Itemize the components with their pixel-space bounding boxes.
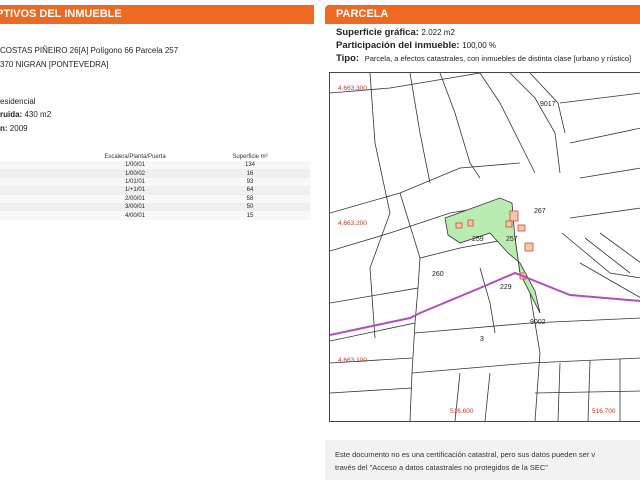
- coord-label: 516.700: [592, 408, 616, 415]
- table-row: 2/00/01 58: [0, 194, 310, 203]
- building: [467, 219, 474, 227]
- participation-label: Participación del inmueble:: [336, 40, 460, 51]
- coord-label: 4.663.300: [338, 85, 367, 92]
- parcel-number: 9017: [540, 101, 556, 108]
- parcel-number: 260: [432, 271, 444, 278]
- year-row: n: 2009: [0, 124, 28, 133]
- table-row: 1/00/01 134: [0, 161, 310, 170]
- parcel-number: 257: [506, 236, 518, 243]
- building: [455, 222, 463, 229]
- property-details-header: PTIVOS DEL INMUEBLE: [0, 5, 314, 24]
- coord-label: 4.663.100: [338, 357, 367, 364]
- parcel-number: 9002: [530, 319, 546, 326]
- cadastral-map: 4.663.300 4.663.200 4.663.100 516.600 51…: [329, 72, 640, 422]
- disclaimer-footer: Este documento no es una certificación c…: [325, 440, 640, 480]
- address-line-2: 370 NIGRAN [PONTEVEDRA]: [0, 60, 109, 69]
- table-row: 1/+1/01 64: [0, 186, 310, 195]
- participation-value: 100,00 %: [462, 41, 496, 50]
- col-header-unit: Escalera/Planta/Puerta: [104, 153, 166, 160]
- table-row: 4/00/01 15: [0, 211, 310, 220]
- building: [524, 242, 534, 252]
- disclaimer-line-1: Este documento no es una certificación c…: [335, 450, 596, 459]
- use-value: esidencial: [0, 97, 36, 106]
- building: [505, 220, 513, 228]
- address-line-1: COSTAS PIÑEIRO 26[A] Polígono 66 Parcela…: [0, 46, 179, 55]
- col-header-surface: Superficie m²: [232, 153, 268, 160]
- parcel-map-svg: 4.663.300 4.663.200 4.663.100 516.600 51…: [330, 73, 640, 421]
- type-row: Tipo: Parcela, a efectos catastrales, co…: [336, 53, 631, 64]
- parcel-number: 259: [472, 236, 484, 243]
- table-row: 3/00/01 50: [0, 202, 310, 212]
- disclaimer-line-2: través del "Acceso a datos catastrales n…: [335, 463, 548, 472]
- table-row: 1/01/01 93: [0, 177, 310, 187]
- parcel-number: 3: [480, 336, 484, 343]
- building: [517, 224, 526, 232]
- surface-value: 2.022 m2: [421, 28, 455, 37]
- year-label: n:: [0, 124, 8, 133]
- units-table: Escalera/Planta/Puerta Superficie m² 1/0…: [0, 152, 310, 220]
- parcel-number: 267: [534, 208, 546, 215]
- coord-label: 516.600: [450, 408, 474, 415]
- type-label: Tipo:: [336, 53, 360, 64]
- boundary-line: [330, 271, 640, 336]
- type-value: Parcela, a efectos catastrales, con inmu…: [364, 54, 632, 63]
- table-row: 1/00/02 16: [0, 169, 310, 178]
- parcel-number: 229: [500, 284, 512, 291]
- built-surface-label: ruida:: [0, 110, 23, 119]
- built-surface-row: ruida: 430 m2: [0, 110, 51, 119]
- surface-label: Superficie gráfica:: [336, 27, 419, 38]
- year-value: 2009: [9, 124, 28, 133]
- participation-row: Participación del inmueble: 100,00 %: [336, 40, 496, 51]
- surface-row: Superficie gráfica: 2.022 m2: [336, 27, 455, 38]
- parcel-header: PARCELA: [325, 5, 640, 24]
- building: [509, 210, 519, 222]
- coord-label: 4.663.200: [338, 220, 367, 227]
- built-surface-value: 430 m2: [24, 110, 52, 119]
